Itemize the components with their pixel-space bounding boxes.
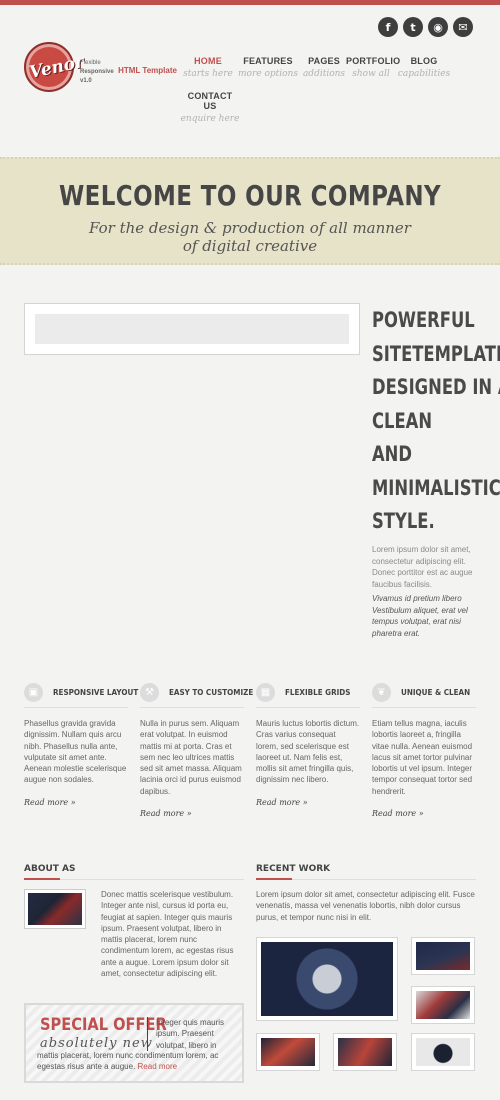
feature-header: ▣ RESPONSIVE LAYOUT [24,682,138,708]
about-image [24,889,86,929]
about-accent [24,878,60,880]
nav-sub: show all [352,69,390,79]
feature-header: ▦ FLEXIBLE GRIDS [256,682,360,708]
hero-subtitle-line2: of digital creative [182,237,318,255]
grid-icon: ▦ [256,682,275,702]
nav-label: HOME [194,56,222,66]
hero-band: WELCOME TO OUR COMPANY For the design & … [0,157,500,265]
feature-responsive-layout: ▣ RESPONSIVE LAYOUT Phasellus gravida gr… [24,682,138,807]
recent-work-text: Lorem ipsum dolor sit amet, consectetur … [256,890,475,922]
nav-home[interactable]: HOME starts here [182,56,234,79]
feature-title: EASY TO CUSTOMIZE [169,687,254,697]
read-more-link[interactable]: Read more » [372,809,476,818]
feature-easy-to-customize: ⚒ EASY TO CUSTOMIZE Nulla in purus sem. … [140,682,253,818]
twitter-icon[interactable]: t [403,17,423,37]
recent-accent [256,878,292,880]
headline-line: AND [372,442,412,466]
feature-text: Nulla in purus sem. Aliquam erat volutpa… [140,719,242,796]
nav-blog[interactable]: BLOG capabilities [396,56,452,79]
feature-text: Phasellus gravida gravida dignissim. Nul… [24,719,127,785]
nav-contact[interactable]: CONTACT US enquire here [180,91,240,124]
portfolio-thumb[interactable] [333,1033,397,1071]
social-links: f t ◉ ✉ [378,17,473,37]
intro-headline: POWERFUL SITETEMPLATE DESIGNED IN A CLEA… [372,304,500,539]
portfolio-thumb[interactable] [256,1033,320,1071]
layout-icon: ▣ [24,682,43,702]
read-more-link[interactable]: Read more » [256,798,360,807]
email-icon[interactable]: ✉ [453,17,473,37]
special-bottom-text: mattis placerat, lorem nunc condimentum … [37,1051,219,1072]
tagline-version: v1.0 [80,78,92,84]
facebook-icon[interactable]: f [378,17,398,37]
headline-line: POWERFUL [372,308,475,332]
tagline-html: HTML Template [118,66,177,75]
headline-line: DESIGNED IN A [372,375,500,399]
portfolio-image [261,942,393,1016]
portfolio-image [416,1038,470,1066]
headline-line: CLEAN [372,408,433,433]
special-offer-subtitle: absolutely new [40,1036,153,1051]
feature-text: Etiam tellus magna, iaculis lobortis lao… [372,719,473,796]
headline-line: MINIMALISTIC [372,475,500,500]
intro-quote: Vivamus id pretium libero Vestibulum ali… [372,594,468,638]
leaf-icon: ❦ [372,682,391,702]
special-read-more-link[interactable]: Read more [138,1062,178,1071]
feature-header: ❦ UNIQUE & CLEAN [372,682,476,708]
feature-flexible-grids: ▦ FLEXIBLE GRIDS Mauris luctus lobortis … [256,682,360,807]
special-offer-bottom-text: mattis placerat, lorem nunc condimentum … [37,1050,242,1073]
feature-unique-clean: ❦ UNIQUE & CLEAN Etiam tellus magna, iac… [372,682,476,818]
customize-icon: ⚒ [140,682,159,702]
slider-placeholder [35,314,349,344]
feature-title: FLEXIBLE GRIDS [285,687,351,697]
logo-tagline: Flexible Responsive HTML Template v1.0 [80,60,180,84]
nav-label: FEATURES [243,56,293,66]
nav-sub: additions [302,69,346,79]
portfolio-thumb[interactable] [256,937,398,1021]
portfolio-image [416,942,470,970]
about-title: ABOUT AS [24,864,76,874]
intro-paragraph: Lorem ipsum dolor sit amet, consectetur … [372,545,473,589]
nav-features[interactable]: FEATURES more options [238,56,298,79]
rss-icon[interactable]: ◉ [428,17,448,37]
read-more-link[interactable]: Read more » [24,798,128,807]
nav-pages[interactable]: PAGES additions [300,56,348,79]
about-text: Donec mattis scelerisque vestibulum. Int… [101,890,234,979]
portfolio-thumb[interactable] [411,937,475,975]
top-accent-bar [0,0,500,5]
nav-label: CONTACT US [187,91,233,111]
portfolio-image [261,1038,315,1066]
logo[interactable]: Venor [24,42,86,92]
special-divider [147,1017,148,1051]
nav-sub: enquire here [180,114,240,124]
hero-subtitle: For the design & production of all manne… [70,219,430,255]
feature-header: ⚒ EASY TO CUSTOMIZE [140,682,253,708]
tagline-responsive: Responsive [80,69,114,75]
nav-portfolio[interactable]: PORTFOLIO show all [346,56,401,79]
nav-sub: more options [238,69,298,79]
recent-work-title: RECENT WORK [256,864,331,874]
feature-text: Mauris luctus lobortis dictum. Cras vari… [256,719,360,785]
read-more-link[interactable]: Read more » [140,809,244,818]
nav-sub: starts here [183,69,233,79]
portfolio-image [338,1038,392,1066]
special-offer-box: SPECIAL OFFER absolutely new Integer qui… [24,1003,244,1083]
feature-title: RESPONSIVE LAYOUT [53,687,139,697]
portfolio-image [416,991,470,1019]
special-offer-text: Integer quis mauris ipsum. Praesent volu… [156,1018,225,1050]
nav-label: PORTFOLIO [346,56,401,66]
portfolio-thumb[interactable] [411,986,475,1024]
nav-label: PAGES [308,56,340,66]
hero-title: WELCOME TO OUR COMPANY [58,179,442,212]
about-photo [28,893,82,925]
hero-subtitle-line1: For the design & production of all manne… [89,219,411,237]
nav-sub: capabilities [397,69,451,79]
image-slider[interactable] [24,303,360,355]
nav-label: BLOG [410,56,438,66]
portfolio-thumb[interactable] [411,1033,475,1071]
headline-line: STYLE. [372,509,435,533]
feature-title: UNIQUE & CLEAN [401,687,471,697]
headline-line: SITETEMPLATE [372,341,500,366]
